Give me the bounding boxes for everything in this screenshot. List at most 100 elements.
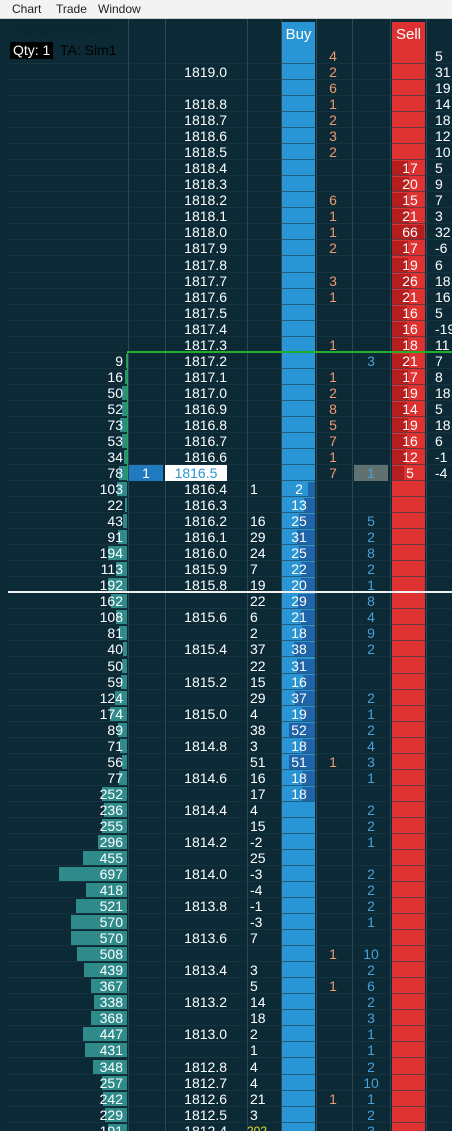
bid-size[interactable]: 19 <box>283 706 315 722</box>
ask-size[interactable]: 19 <box>396 417 424 433</box>
price-level[interactable]: 1817.9 <box>165 240 227 256</box>
bid-size[interactable]: 18 <box>283 738 315 754</box>
price-level[interactable]: 1818.8 <box>165 96 227 112</box>
ask-size[interactable]: 19 <box>396 257 424 273</box>
bid-size[interactable]: 18 <box>283 625 315 641</box>
price-level[interactable]: 1816.1 <box>165 529 227 545</box>
price-level[interactable]: 1817.6 <box>165 289 227 305</box>
price-level[interactable]: 1817.0 <box>165 385 227 401</box>
ask-size[interactable]: 19 <box>396 385 424 401</box>
traded-volume: -4 <box>250 882 263 898</box>
price-level[interactable]: 1813.0 <box>165 1026 227 1042</box>
price-level[interactable]: 1812.6 <box>165 1091 227 1107</box>
price-level[interactable]: 1817.7 <box>165 273 227 289</box>
bid-size[interactable]: 25 <box>283 545 315 561</box>
current-price[interactable]: 1816.5 <box>165 465 227 481</box>
price-level[interactable]: 1816.2 <box>165 513 227 529</box>
ask-size[interactable]: 14 <box>396 401 424 417</box>
bid-size[interactable]: 38 <box>283 641 315 657</box>
menu-trade[interactable]: Trade <box>56 2 87 16</box>
price-level[interactable]: 1813.8 <box>165 898 227 914</box>
price-level[interactable]: 1817.4 <box>165 321 227 337</box>
ask-size[interactable]: 17 <box>396 160 424 176</box>
price-level[interactable]: 1816.8 <box>165 417 227 433</box>
menu-chart[interactable]: Chart <box>12 2 41 16</box>
ask-size[interactable]: 16 <box>396 321 424 337</box>
ask-size[interactable]: 17 <box>396 369 424 385</box>
price-level[interactable]: 1814.4 <box>165 802 227 818</box>
ask-size[interactable]: 5 <box>396 465 424 481</box>
ask-size[interactable]: 17 <box>396 240 424 256</box>
account-label[interactable]: TA: Sim1 <box>60 42 117 59</box>
quantity-selector[interactable]: Qty: 1 <box>10 42 54 59</box>
bid-size[interactable]: 2 <box>283 481 315 497</box>
volume-value: 570 <box>99 930 123 946</box>
position-marker[interactable]: 1 <box>129 465 163 481</box>
volume-value: 242 <box>99 1091 123 1107</box>
price-level[interactable]: 1813.2 <box>165 994 227 1010</box>
bid-trades: 6 <box>367 978 375 994</box>
ask-size[interactable]: 26 <box>396 273 424 289</box>
bid-size[interactable]: 51 <box>283 754 315 770</box>
price-level[interactable]: 1816.9 <box>165 401 227 417</box>
price-level[interactable]: 1817.8 <box>165 257 227 273</box>
price-level[interactable]: 1818.2 <box>165 192 227 208</box>
price-level[interactable]: 1818.6 <box>165 128 227 144</box>
price-level[interactable]: 1818.0 <box>165 224 227 240</box>
price-level[interactable]: 1814.8 <box>165 738 227 754</box>
price-level[interactable]: 1819.0 <box>165 64 227 80</box>
price-level[interactable]: 1816.6 <box>165 449 227 465</box>
ask-size[interactable]: 16 <box>396 433 424 449</box>
ask-size[interactable]: 16 <box>396 305 424 321</box>
price-level[interactable]: 1814.6 <box>165 770 227 786</box>
bid-size[interactable]: 31 <box>283 658 315 674</box>
price-level[interactable]: 1814.2 <box>165 834 227 850</box>
price-level[interactable]: 1818.1 <box>165 208 227 224</box>
price-level[interactable]: 1817.2 <box>165 353 227 369</box>
price-level[interactable]: 1815.4 <box>165 641 227 657</box>
price-level[interactable]: 1818.5 <box>165 144 227 160</box>
price-level[interactable]: 1817.1 <box>165 369 227 385</box>
price-level[interactable]: 1812.5 <box>165 1107 227 1123</box>
bid-size[interactable]: 18 <box>283 770 315 786</box>
price-level[interactable]: 1816.0 <box>165 545 227 561</box>
price-level[interactable]: 1818.7 <box>165 112 227 128</box>
price-level[interactable]: 1812.4 <box>165 1123 227 1131</box>
ask-size[interactable]: 21 <box>396 208 424 224</box>
ask-size[interactable]: 21 <box>396 289 424 305</box>
price-level[interactable]: 1816.4 <box>165 481 227 497</box>
bid-size[interactable]: 22 <box>283 561 315 577</box>
ask-size[interactable]: 66 <box>396 224 424 240</box>
price-level[interactable]: 1812.7 <box>165 1075 227 1091</box>
bid-size[interactable]: 37 <box>283 690 315 706</box>
bid-size[interactable]: 29 <box>283 593 315 609</box>
price-level[interactable]: 1812.8 <box>165 1059 227 1075</box>
bid-size[interactable]: 52 <box>283 722 315 738</box>
ask-size[interactable]: 20 <box>396 176 424 192</box>
price-level[interactable]: 1815.9 <box>165 561 227 577</box>
price-level[interactable]: 1816.3 <box>165 497 227 513</box>
price-level[interactable]: 1816.7 <box>165 433 227 449</box>
price-level[interactable]: 1815.0 <box>165 706 227 722</box>
price-level[interactable]: 1815.2 <box>165 674 227 690</box>
ask-size[interactable]: 21 <box>396 353 424 369</box>
bid-size[interactable]: 31 <box>283 529 315 545</box>
menu-window[interactable]: Window <box>98 2 141 16</box>
price-level[interactable]: 1815.6 <box>165 609 227 625</box>
bid-trades: 2 <box>367 898 375 914</box>
price-level[interactable]: 1818.3 <box>165 176 227 192</box>
bid-size[interactable]: 18 <box>283 786 315 802</box>
price-level[interactable]: 1818.4 <box>165 160 227 176</box>
bid-size[interactable]: 21 <box>283 609 315 625</box>
price-level[interactable]: 1814.0 <box>165 866 227 882</box>
bid-size[interactable]: 25 <box>283 513 315 529</box>
volume-value: 59 <box>107 674 123 690</box>
bid-size[interactable]: 16 <box>283 674 315 690</box>
bid-size[interactable]: 13 <box>283 497 315 513</box>
price-level[interactable]: 1817.5 <box>165 305 227 321</box>
delta-value: 5 <box>435 48 443 64</box>
price-level[interactable]: 1813.4 <box>165 962 227 978</box>
ask-size[interactable]: 12 <box>396 449 424 465</box>
ask-size[interactable]: 15 <box>396 192 424 208</box>
price-level[interactable]: 1813.6 <box>165 930 227 946</box>
